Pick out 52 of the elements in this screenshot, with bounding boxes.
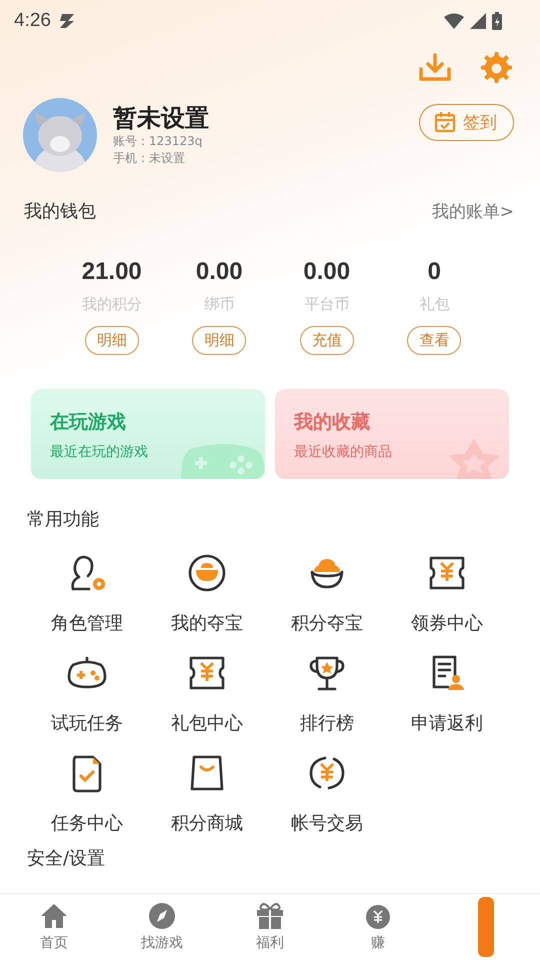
stripe-icon <box>478 897 494 957</box>
notification-icon <box>58 13 77 29</box>
function-label[interactable]: 帐号交易 <box>291 813 363 835</box>
shortcut-card[interactable]: 在玩游戏 最近在玩的游戏 <box>31 389 265 479</box>
compass-icon <box>148 902 176 930</box>
stat-value: 0 <box>428 258 441 286</box>
signal-icon <box>470 13 486 29</box>
stat-button[interactable]: 充值 <box>300 326 354 355</box>
function-label[interactable]: 角色管理 <box>51 613 123 635</box>
sign-in-button[interactable]: 签到 <box>419 104 514 140</box>
function-label[interactable]: 试玩任务 <box>51 713 123 735</box>
shortcut-card[interactable]: 我的收藏 最近收藏的商品 <box>275 389 509 479</box>
stat-value: 0.00 <box>303 258 350 286</box>
card-title: 在玩游戏 <box>50 410 127 435</box>
nav-tab[interactable]: 找游戏 <box>108 902 216 952</box>
stat-label: 绑币 <box>204 294 234 314</box>
function-label[interactable]: 申请返利 <box>411 713 483 735</box>
section-title: 我的钱包 <box>24 200 96 223</box>
stat-label: 平台币 <box>304 294 350 314</box>
nav-tab[interactable]: 赚 <box>324 902 432 952</box>
card-subtitle: 最近在玩的游戏 <box>50 443 149 461</box>
function-label[interactable]: 排行榜 <box>300 713 354 735</box>
home-icon <box>40 902 68 930</box>
stat-button[interactable]: 明细 <box>192 326 246 355</box>
stat-label: 我的积分 <box>82 294 142 314</box>
calendar-icon <box>434 111 456 133</box>
function-label[interactable]: 我的夺宝 <box>171 613 243 635</box>
stat-button[interactable]: 明细 <box>84 326 139 355</box>
stat-value: 0.00 <box>196 258 243 286</box>
card-subtitle: 最近收藏的商品 <box>294 443 393 461</box>
nav-tab[interactable]: 福利 <box>216 902 324 952</box>
stat-label: 礼包 <box>419 294 450 314</box>
function-label[interactable]: 领券中心 <box>411 613 483 635</box>
function-label[interactable]: 任务中心 <box>51 813 123 835</box>
stat-button[interactable]: 查看 <box>407 326 462 355</box>
account-text: 账号：123123q <box>113 133 204 150</box>
function-label[interactable]: 积分商城 <box>171 813 243 835</box>
phone-text: 手机：未设置 <box>113 150 186 167</box>
status-time: 4:26 <box>14 10 51 32</box>
wifi-icon <box>444 13 464 29</box>
ingot-coin-icon[interactable] <box>187 553 227 593</box>
function-label[interactable]: 积分夺宝 <box>291 613 363 635</box>
nav-tab[interactable]: 首页 <box>0 902 108 952</box>
bill-link[interactable]: 我的账单> <box>432 200 514 222</box>
battery-icon <box>492 12 502 30</box>
function-label[interactable]: 礼包中心 <box>171 713 243 735</box>
stat-value: 21.00 <box>82 258 142 286</box>
user-name: 暂未设置 <box>113 103 210 133</box>
gift-icon <box>256 902 284 930</box>
section-title: 安全/设置 <box>26 847 106 869</box>
section-title: 常用功能 <box>26 508 100 531</box>
card-title: 我的收藏 <box>294 410 371 435</box>
